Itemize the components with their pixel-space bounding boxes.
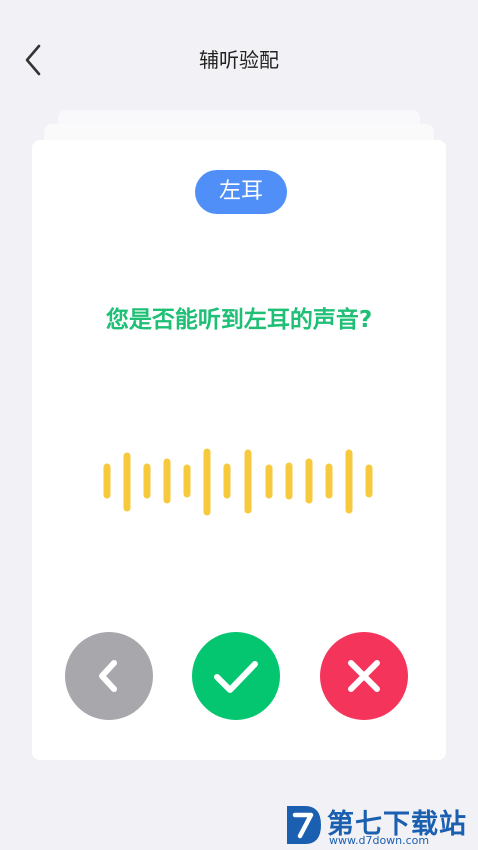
site-watermark: 第七下载站 www.d7down.com bbox=[283, 800, 473, 850]
previous-button[interactable] bbox=[65, 632, 153, 720]
page-title: 辅听验配 bbox=[199, 48, 279, 72]
app-header: 辅听验配 bbox=[0, 0, 478, 120]
close-icon bbox=[348, 660, 380, 692]
d7-logo-icon bbox=[287, 806, 321, 844]
chevron-left-icon bbox=[99, 660, 117, 692]
watermark-url: www.d7down.com bbox=[329, 834, 430, 847]
hearing-test-card: 左耳 您是否能听到左耳的声音? bbox=[32, 140, 446, 760]
confirm-hear-button[interactable] bbox=[192, 632, 280, 720]
ear-badge: 左耳 bbox=[195, 170, 287, 214]
check-icon bbox=[214, 661, 258, 693]
question-text: 您是否能听到左耳的声音? bbox=[105, 307, 373, 333]
deny-hear-button[interactable] bbox=[320, 632, 408, 720]
sound-wave-icon bbox=[103, 448, 373, 516]
